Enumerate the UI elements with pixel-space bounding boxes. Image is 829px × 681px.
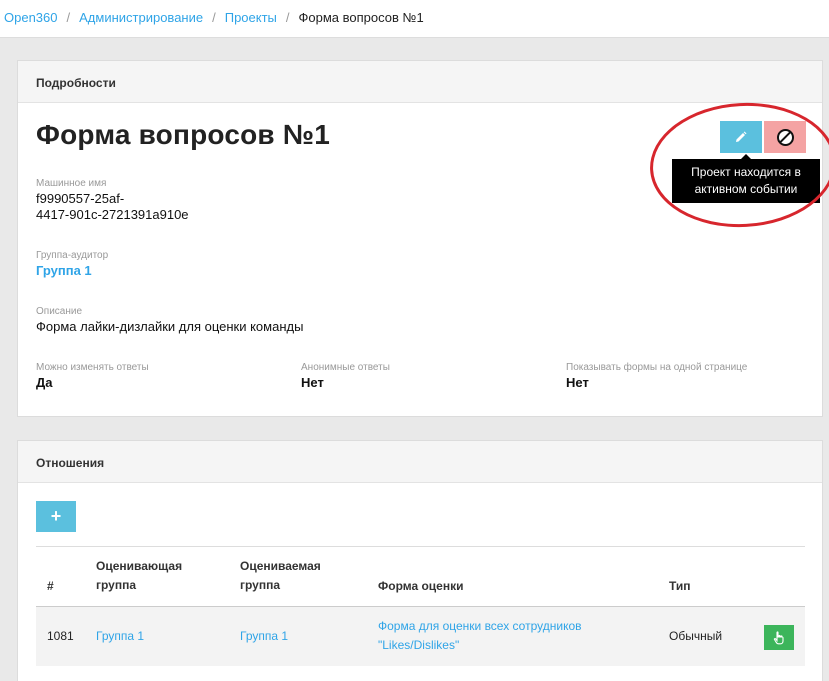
row-form-line: Форма для оценки всех сотрудников (378, 619, 582, 633)
auditor-group-label: Группа-аудитор (36, 250, 109, 261)
column-header-type: Тип (669, 579, 691, 593)
ban-icon (776, 128, 794, 146)
column-header-rated: Оцениваемая группа (240, 557, 321, 595)
pencil-icon (736, 131, 747, 142)
relations-panel: Отношения + # Оценивающая группа Оценива… (17, 440, 823, 681)
one-page-label: Показывать формы на одной странице (566, 362, 748, 373)
machine-name-line2: 4417-901c-2721391a910e (36, 207, 189, 222)
breadcrumb: Open360 / Администрирование / Проекты / Форма … (0, 0, 829, 38)
breadcrumb-separator: / (212, 10, 216, 25)
add-relation-button[interactable]: + (36, 501, 76, 532)
breadcrumb-projects[interactable]: Проекты (225, 10, 277, 25)
table-divider (36, 546, 805, 547)
tooltip-line: активном событии (694, 182, 798, 196)
anonymous-answers-label: Анонимные ответы (301, 362, 390, 373)
row-num: 1081 (47, 629, 74, 643)
row-action-button[interactable] (764, 625, 794, 650)
row-type: Обычный (669, 629, 723, 643)
edit-button[interactable] (720, 121, 762, 153)
can-change-answers-label: Можно изменять ответы (36, 362, 149, 373)
row-form-link[interactable]: Форма для оценки всех сотрудников "Likes… (378, 617, 582, 655)
column-header-text: группа (96, 578, 137, 592)
relations-panel-title: Отношения (18, 441, 822, 483)
column-header-text: Оцениваемая (240, 559, 321, 573)
row-form-line: "Likes/Dislikes" (378, 638, 460, 652)
description-value: Форма лайки-дизлайки для оценки команды (36, 319, 304, 334)
details-panel-title: Подробности (18, 61, 822, 103)
can-change-answers-value: Да (36, 375, 53, 390)
machine-name-label: Машинное имя (36, 178, 107, 189)
tooltip: Проект находится в активном событии (672, 154, 820, 203)
breadcrumb-separator: / (285, 10, 290, 25)
description-label: Описание (36, 306, 83, 317)
hand-pointer-icon (773, 630, 784, 644)
machine-name-line1: f9990557-25af- (36, 191, 125, 206)
anonymous-answers-value: Нет (301, 375, 324, 390)
delete-button[interactable] (764, 121, 806, 153)
column-header-num: # (47, 579, 54, 593)
breadcrumb-separator: / (66, 10, 71, 25)
column-header-form: Форма оценки (378, 579, 464, 593)
breadcrumb-current: Форма вопросов №1 (298, 10, 424, 25)
one-page-value: Нет (566, 375, 589, 390)
page-title: Форма вопросов №1 (36, 119, 330, 150)
row-rated-link[interactable]: Группа 1 (240, 627, 288, 646)
auditor-group-link[interactable]: Группа 1 (36, 263, 92, 278)
breadcrumb-administration[interactable]: Администрирование (79, 10, 203, 25)
column-header-text: группа (240, 578, 281, 592)
tooltip-line: Проект находится в (691, 165, 801, 179)
row-rater-link[interactable]: Группа 1 (96, 627, 144, 646)
details-panel: Подробности Форма вопросов №1 Проект нах… (17, 60, 829, 417)
column-header-text: Оценивающая (96, 559, 183, 573)
breadcrumb-home[interactable]: Open360 (4, 10, 58, 25)
column-header-rater: Оценивающая группа (96, 557, 182, 595)
